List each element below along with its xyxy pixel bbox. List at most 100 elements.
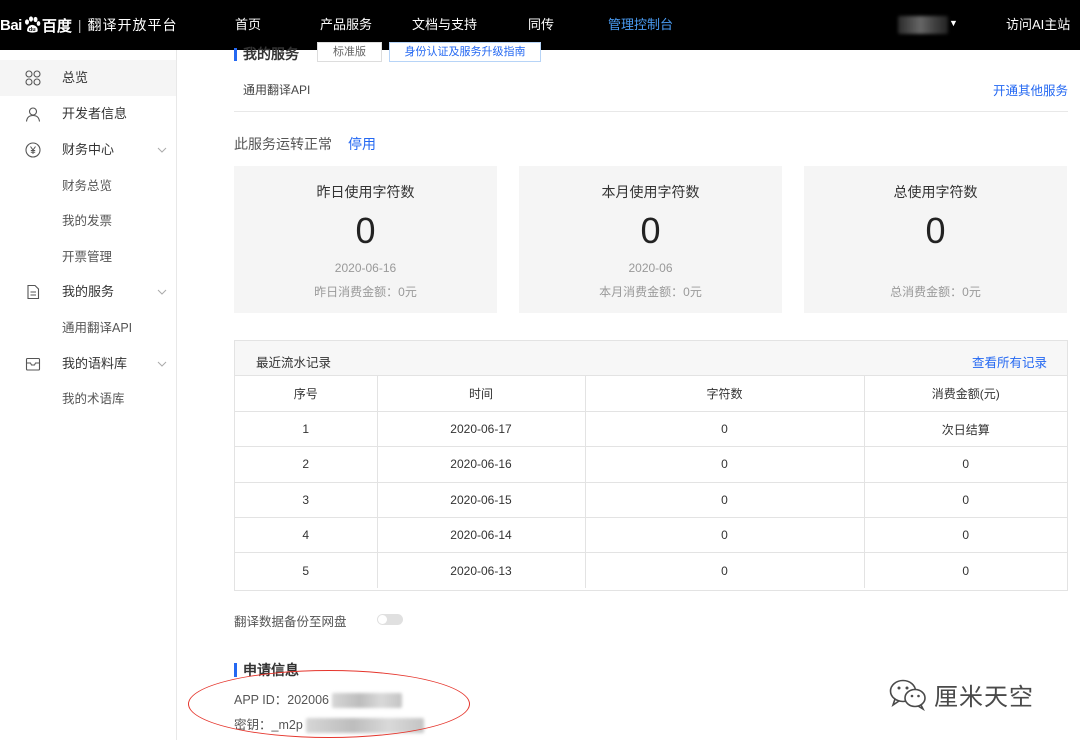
backup-toggle[interactable] — [377, 614, 403, 625]
cell-chars: 0 — [585, 411, 865, 448]
svg-text:du: du — [29, 27, 36, 33]
cell-index: 3 — [235, 482, 378, 519]
cell-time: 2020-06-17 — [377, 411, 586, 448]
edition-badge: 标准版 — [317, 42, 382, 62]
redacted-secret-key — [306, 718, 425, 734]
nav-visit-ai[interactable]: 访问AI主站 — [1006, 0, 1070, 50]
records-header: 最近流水记录 查看所有记录 — [235, 341, 1067, 376]
stat-card-total: 总使用字符数 0 总消费金额：0元 — [804, 166, 1067, 313]
main-content: 我的服务 标准版 身份认证及服务升级指南 通用翻译API 开通其他服务 此服务运… — [177, 42, 1080, 740]
stat-title: 总使用字符数 — [893, 184, 978, 200]
section-title: 我的服务 — [243, 46, 299, 62]
sidebar-item-label: 财务中心 — [62, 142, 115, 157]
table-row: 1 2020-06-17 0 次日结算 — [235, 411, 1067, 448]
sidebar-subitem-my-invoices[interactable]: 我的发票 — [62, 211, 112, 231]
app-id-row: APP ID：202006 — [234, 689, 403, 709]
cell-index: 2 — [235, 446, 378, 483]
stat-card-month: 本月使用字符数 0 2020-06 本月消费金额：0元 — [519, 166, 782, 313]
stat-date: 2020-06-16 — [334, 261, 397, 275]
sidebar-subitem-invoice-management[interactable]: 开票管理 — [62, 247, 112, 267]
cell-amount: 0 — [864, 482, 1067, 519]
backup-to-netdisk-label: 翻译数据备份至网盘 — [234, 615, 347, 629]
application-info-heading: 申请信息 — [234, 660, 299, 680]
stat-amount: 总消费金额：0元 — [890, 285, 981, 299]
sidebar-item-my-services[interactable]: 我的服务 — [0, 274, 176, 310]
logo-bai-text: Bai — [0, 16, 22, 34]
stat-amount: 本月消费金额：0元 — [599, 285, 702, 299]
open-other-services-link[interactable]: 开通其他服务 — [993, 80, 1068, 99]
heading-accent-bar — [234, 663, 237, 677]
document-icon — [27, 284, 40, 300]
wechat-watermark: 厘米天空 — [888, 674, 1034, 714]
secret-key-label: 密钥： — [234, 718, 272, 732]
stat-value: 0 — [355, 210, 376, 251]
sidebar-item-label: 我的服务 — [62, 284, 115, 299]
tab-general-translate-api[interactable]: 通用翻译API — [243, 81, 310, 98]
sidebar-item-my-corpus[interactable]: 我的语料库 — [0, 346, 176, 382]
box-icon — [25, 357, 41, 371]
stat-amount: 昨日消费金额：0元 — [314, 285, 417, 299]
nav-console[interactable]: 管理控制台 — [608, 0, 673, 50]
stat-title: 本月使用字符数 — [601, 184, 700, 200]
column-header-amount: 消费金额(元) — [864, 376, 1067, 412]
cell-chars: 0 — [585, 446, 865, 483]
stat-title: 昨日使用字符数 — [316, 184, 415, 200]
chevron-down-icon[interactable] — [157, 360, 167, 368]
cell-chars: 0 — [585, 552, 865, 589]
sidebar-subitem-general-translate-api[interactable]: 通用翻译API — [62, 318, 132, 338]
cell-time: 2020-06-13 — [377, 552, 586, 589]
tab-divider — [234, 111, 1068, 112]
table-header-row: 序号 时间 字符数 消费金额(元) — [235, 376, 1067, 412]
column-header-chars: 字符数 — [585, 376, 865, 412]
baidu-translate-logo[interactable]: Bai du 百度 | 翻译开放平台 — [0, 0, 178, 50]
platform-name: 翻译开放平台 — [87, 17, 178, 33]
my-services-heading: 我的服务 — [234, 46, 299, 62]
toggle-knob — [378, 615, 387, 624]
cell-chars: 0 — [585, 517, 865, 554]
cell-amount: 0 — [864, 446, 1067, 483]
secret-key-row: 密钥：_m2p — [234, 714, 425, 734]
baidu-paw-icon: du — [23, 16, 41, 34]
sidebar-item-developer-info[interactable]: 开发者信息 — [0, 96, 176, 132]
column-header-index: 序号 — [235, 376, 378, 412]
watermark-text: 厘米天空 — [934, 683, 1034, 711]
sidebar-item-finance[interactable]: 财务中心 — [0, 132, 176, 168]
table-row: 5 2020-06-13 0 0 — [235, 552, 1067, 589]
user-icon — [25, 107, 41, 122]
cell-index: 1 — [235, 411, 378, 448]
cell-index: 5 — [235, 552, 378, 589]
logo-baidu-text: 百度 — [41, 17, 72, 35]
chevron-down-icon[interactable] — [157, 146, 167, 154]
wechat-icon — [889, 679, 926, 711]
cell-time: 2020-06-14 — [377, 517, 586, 554]
sidebar-item-overview[interactable]: 总览 — [0, 60, 176, 96]
recent-records-panel: 最近流水记录 查看所有记录 序号 时间 字符数 消费金额(元) 1 2020-0… — [234, 340, 1068, 591]
sidebar-item-label: 开发者信息 — [62, 106, 128, 121]
secret-key-value[interactable]: _m2p — [272, 718, 303, 732]
cell-amount: 次日结算 — [864, 411, 1067, 448]
sidebar-subitem-finance-overview[interactable]: 财务总览 — [62, 176, 112, 196]
records-table: 序号 时间 字符数 消费金额(元) 1 2020-06-17 0 次日结算 2 … — [235, 376, 1067, 589]
sidebar: 总览 开发者信息 财务中心 财务总览 我的发票 开票管理 我的服务 通用翻译AP… — [0, 50, 177, 740]
chevron-down-icon[interactable] — [157, 288, 167, 296]
view-all-records-link[interactable]: 查看所有记录 — [972, 352, 1047, 371]
table-row: 3 2020-06-15 0 0 — [235, 482, 1067, 519]
disable-service-link[interactable]: 停用 — [348, 134, 376, 154]
table-row: 4 2020-06-14 0 0 — [235, 517, 1067, 554]
app-id-value[interactable]: 202006 — [287, 693, 329, 707]
user-menu-caret-icon[interactable]: ▼ — [949, 0, 958, 46]
heading-accent-bar — [234, 47, 237, 61]
column-header-time: 时间 — [377, 376, 586, 412]
cell-chars: 0 — [585, 482, 865, 519]
cell-time: 2020-06-16 — [377, 446, 586, 483]
app-id-label: APP ID： — [234, 693, 288, 707]
user-avatar-blurred[interactable] — [898, 16, 948, 34]
cell-amount: 0 — [864, 517, 1067, 554]
upgrade-guide-link[interactable]: 身份认证及服务升级指南 — [389, 42, 541, 62]
nav-home[interactable]: 首页 — [235, 0, 261, 50]
logo-separator: | — [77, 17, 82, 33]
records-title: 最近流水记录 — [256, 356, 332, 370]
yen-icon — [25, 142, 41, 158]
table-row: 2 2020-06-16 0 0 — [235, 446, 1067, 483]
sidebar-subitem-my-termbase[interactable]: 我的术语库 — [62, 389, 125, 409]
